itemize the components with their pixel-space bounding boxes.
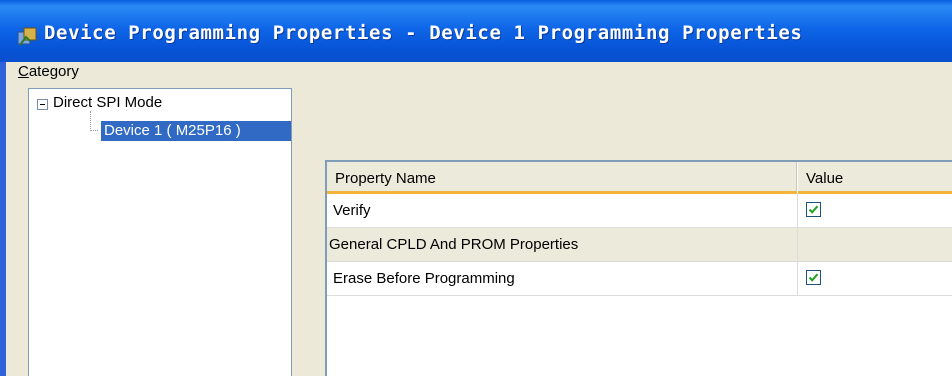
device-programming-icon — [16, 26, 38, 48]
erase-before-programming-checkbox[interactable] — [806, 270, 821, 285]
tree-connector — [90, 111, 91, 131]
property-grid: Property Name Value Verify General CPLD … — [325, 160, 952, 376]
properties-window: Device Programming Properties - Device 1… — [0, 0, 952, 376]
verify-checkbox[interactable] — [806, 202, 821, 217]
property-name: Verify — [333, 202, 371, 219]
property-row-verify[interactable]: Verify — [327, 194, 952, 228]
category-tree[interactable]: Direct SPI Mode Device 1 ( M25P16 ) — [28, 88, 292, 376]
property-row-erase-before-programming[interactable]: Erase Before Programming — [327, 262, 952, 296]
cell-divider — [797, 262, 798, 295]
column-header-property-name[interactable]: Property Name — [327, 162, 797, 194]
cell-divider — [797, 194, 798, 227]
property-group-header: General CPLD And PROM Properties — [327, 228, 952, 262]
column-header-value[interactable]: Value — [798, 162, 952, 194]
tree-node-direct-spi-mode[interactable]: Direct SPI Mode — [53, 94, 162, 111]
tree-node-device-1[interactable]: Device 1 ( M25P16 ) — [101, 121, 291, 141]
tree-node-label: Device 1 ( M25P16 ) — [104, 122, 241, 139]
window-frame-left — [0, 62, 6, 376]
checkmark-icon — [808, 205, 819, 214]
property-name: Erase Before Programming — [333, 270, 515, 287]
category-label: Category — [18, 63, 79, 80]
checkmark-icon — [808, 273, 819, 282]
cell-divider — [797, 228, 798, 261]
title-bar[interactable]: Device Programming Properties - Device 1… — [0, 0, 952, 62]
collapse-icon[interactable] — [37, 99, 48, 110]
property-group-name: General CPLD And PROM Properties — [329, 236, 579, 253]
window-title: Device Programming Properties - Device 1… — [44, 22, 803, 44]
tree-connector — [90, 130, 98, 131]
